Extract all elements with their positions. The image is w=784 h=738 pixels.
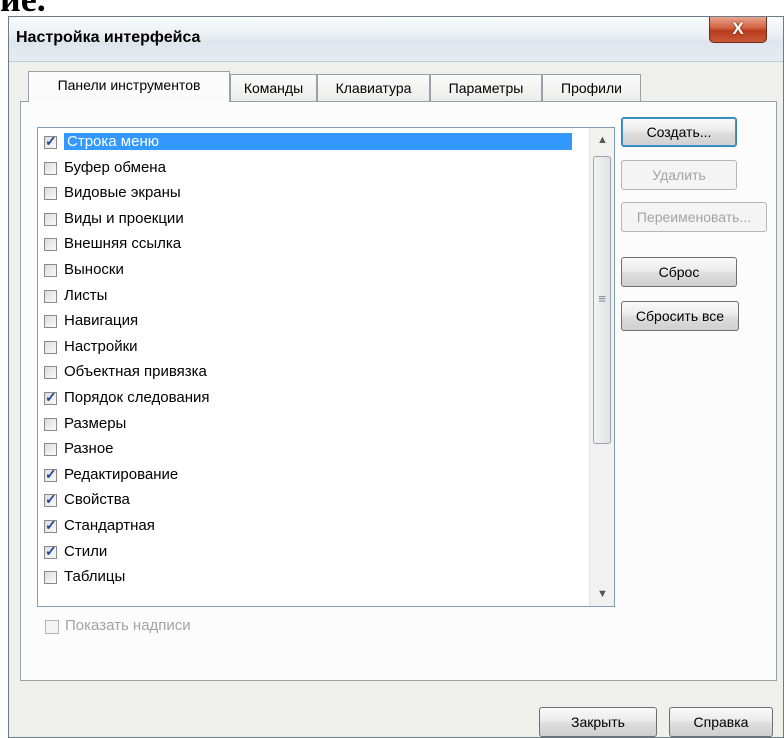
list-item-label: Видовые экраны — [64, 184, 181, 202]
scroll-up-arrow-icon[interactable]: ▲ — [590, 128, 614, 152]
unchecked-checkbox[interactable] — [44, 289, 57, 303]
list-item-label: Буфер обмена — [64, 158, 166, 176]
list-item[interactable]: Таблицы — [44, 566, 584, 590]
list-item-label: Листы — [64, 286, 108, 304]
tab-profiles[interactable]: Профили — [542, 74, 641, 101]
list-item[interactable]: Внешняя ссылка — [44, 233, 584, 257]
list-item[interactable]: Разное — [44, 438, 584, 462]
button-label: Удалить — [652, 167, 706, 183]
unchecked-checkbox[interactable] — [44, 264, 57, 277]
reset-button[interactable]: Сброс — [621, 257, 737, 287]
list-item[interactable]: Размеры — [44, 413, 584, 437]
list-item-label: Выноски — [64, 261, 124, 278]
unchecked-checkbox[interactable] — [44, 571, 57, 585]
close-window-button[interactable]: X — [709, 17, 767, 43]
unchecked-checkbox[interactable] — [44, 366, 57, 380]
list-item[interactable]: Настройки — [44, 336, 584, 360]
checked-checkbox[interactable] — [44, 543, 57, 560]
checked-checkbox[interactable] — [44, 517, 57, 534]
tab-options[interactable]: Параметры — [430, 74, 542, 101]
tab-toolbars[interactable]: Панели инструментов — [28, 71, 230, 102]
checkbox-box[interactable] — [45, 620, 59, 634]
list-item[interactable]: Выноски — [44, 259, 584, 283]
list-item-label: Строка меню — [64, 133, 572, 150]
list-item-label: Таблицы — [64, 568, 126, 586]
tab-label: Команды — [243, 80, 304, 96]
list-item-label: Внешняя ссылка — [64, 235, 182, 253]
tab-label: Профили — [561, 80, 622, 96]
unchecked-checkbox[interactable] — [44, 238, 57, 252]
checked-checkbox[interactable] — [44, 389, 57, 406]
checked-checkbox[interactable] — [44, 133, 57, 150]
create-button[interactable]: Создать... — [621, 117, 737, 147]
scroll-grip-icon: ≡ — [598, 291, 606, 306]
reset-all-button[interactable]: Сбросить все — [621, 301, 739, 331]
title-bar: Настройка интерфейса X — [9, 17, 783, 62]
unchecked-checkbox[interactable] — [44, 340, 57, 354]
rename-button[interactable]: Переименовать... — [621, 202, 767, 232]
button-label: Справка — [693, 714, 749, 730]
list-item[interactable]: Свойства — [44, 489, 584, 513]
checked-checkbox[interactable] — [44, 466, 57, 483]
scroll-thumb[interactable]: ≡ — [593, 156, 611, 444]
unchecked-checkbox[interactable] — [44, 187, 57, 201]
toolbar-list[interactable]: ▲ ≡ ▼ Строка меню Буфер обмена Видовые экр… — [37, 127, 615, 607]
tab-label: Параметры — [448, 80, 524, 96]
list-item[interactable]: Порядок следования — [44, 387, 584, 411]
list-item[interactable]: Строка меню — [44, 131, 584, 155]
list-item-label: Порядок следования — [64, 389, 210, 406]
button-label: Сбросить все — [635, 308, 725, 324]
list-item-label: Размеры — [64, 414, 127, 432]
tab-keyboard[interactable]: Клавиатура — [317, 74, 430, 101]
help-button[interactable]: Справка — [669, 707, 773, 737]
checked-checkbox[interactable] — [44, 491, 57, 508]
button-label: Создать... — [646, 124, 712, 140]
list-item[interactable]: Объектная привязка — [44, 361, 584, 385]
vertical-scrollbar[interactable]: ▲ ≡ ▼ — [589, 128, 614, 606]
list-item-label: Стандартная — [64, 517, 155, 534]
delete-button[interactable]: Удалить — [621, 160, 737, 190]
list-item[interactable]: Виды и проекции — [44, 208, 584, 232]
list-item-label: Виды и проекции — [64, 209, 184, 227]
list-item[interactable]: Видовые экраны — [44, 182, 584, 206]
list-item[interactable]: Стандартная — [44, 515, 584, 539]
list-item-label: Редактирование — [64, 465, 179, 483]
list-item[interactable]: Буфер обмена — [44, 157, 584, 181]
list-item-label: Свойства — [64, 491, 130, 509]
scroll-down-arrow-icon[interactable]: ▼ — [590, 582, 614, 606]
window-title: Настройка интерфейса — [16, 29, 201, 46]
customize-interface-dialog: Настройка интерфейса X Панели инструмент… — [8, 16, 784, 738]
show-labels-label: Показать надписи — [65, 617, 191, 634]
list-item-label: Настройки — [64, 337, 138, 355]
list-item-label: Объектная привязка — [64, 363, 207, 381]
list-item[interactable]: Стили — [44, 541, 584, 565]
unchecked-checkbox[interactable] — [44, 212, 57, 226]
close-button[interactable]: Закрыть — [539, 707, 657, 737]
button-label: Сброс — [658, 264, 700, 280]
list-item[interactable]: Листы — [44, 285, 584, 309]
list-item[interactable]: Редактирование — [44, 464, 584, 488]
button-label: Переименовать... — [636, 209, 752, 225]
list-item-label: Навигация — [64, 312, 139, 330]
unchecked-checkbox[interactable] — [44, 315, 57, 329]
unchecked-checkbox[interactable] — [44, 417, 57, 431]
button-label: Закрыть — [571, 714, 625, 730]
tab-commands[interactable]: Команды — [230, 74, 317, 101]
tab-label: Клавиатура — [335, 80, 412, 96]
list-item-label: Разное — [64, 440, 114, 458]
unchecked-checkbox[interactable] — [44, 161, 57, 175]
unchecked-checkbox[interactable] — [44, 443, 57, 457]
tab-label: Панели инструментов — [57, 77, 201, 93]
list-item[interactable]: Навигация — [44, 310, 584, 334]
close-icon: X — [732, 19, 744, 38]
list-item-label: Стили — [64, 542, 108, 560]
